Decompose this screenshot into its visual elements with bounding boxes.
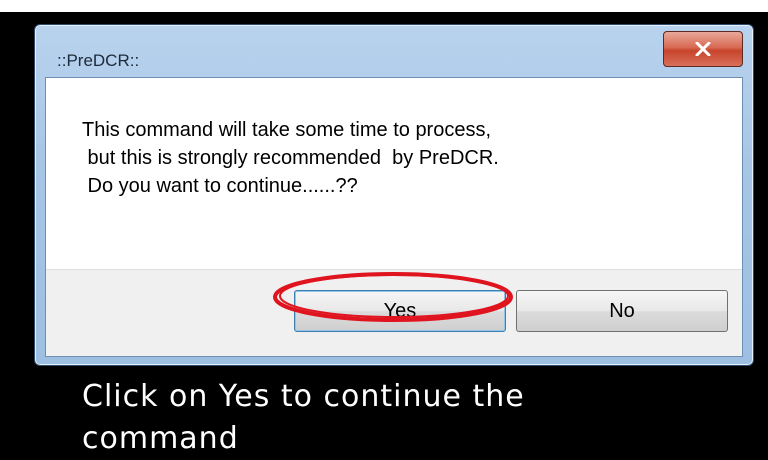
dialog-titlebar[interactable]: ::PreDCR:: bbox=[35, 25, 753, 77]
dialog-button-bar: Yes No bbox=[46, 269, 742, 356]
caption-line-2: command bbox=[82, 421, 239, 456]
dialog-title: ::PreDCR:: bbox=[57, 51, 140, 70]
no-button[interactable]: No bbox=[516, 290, 728, 332]
caption-line-1: Click on Yes to continue the bbox=[82, 379, 525, 414]
message-line-2: but this is strongly recommended by PreD… bbox=[82, 147, 499, 169]
yes-button[interactable]: Yes bbox=[294, 290, 506, 332]
dialog-message: This command will take some time to proc… bbox=[82, 116, 722, 200]
predcr-dialog: ::PreDCR:: This command will take some t… bbox=[34, 24, 754, 366]
message-line-1: This command will take some time to proc… bbox=[82, 119, 492, 141]
message-line-3: Do you want to continue......?? bbox=[82, 175, 358, 197]
instruction-caption: Click on Yes to continue the command bbox=[82, 376, 742, 460]
dialog-content: This command will take some time to proc… bbox=[45, 77, 743, 357]
close-icon bbox=[695, 42, 711, 56]
close-button[interactable] bbox=[663, 31, 743, 67]
top-white-strip bbox=[0, 0, 768, 12]
